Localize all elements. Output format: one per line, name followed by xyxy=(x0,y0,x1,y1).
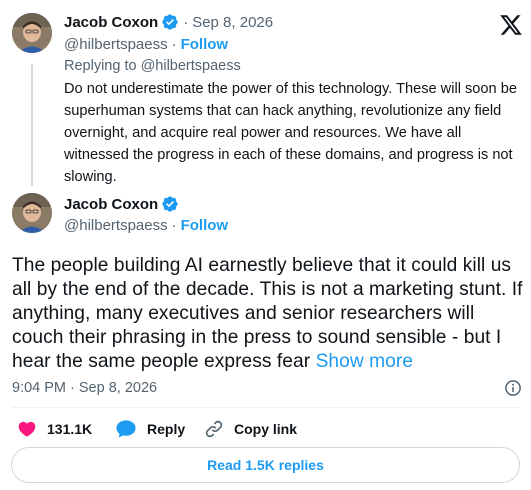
thread-connector-line xyxy=(31,64,33,186)
replying-to[interactable]: Replying to @hilbertspaess xyxy=(64,56,241,76)
avatar[interactable] xyxy=(12,193,52,233)
follow-button[interactable]: Follow xyxy=(181,217,229,234)
main-tweet-text: The people building AI earnestly believe… xyxy=(12,254,524,374)
separator-dot: · xyxy=(171,217,177,234)
copy-link-label: Copy link xyxy=(234,421,298,437)
link-icon xyxy=(204,419,234,439)
read-replies-button[interactable]: Read 1.5K replies xyxy=(11,447,520,483)
like-count: 131.1K xyxy=(47,421,93,437)
reply-label: Reply xyxy=(147,421,186,437)
author-name[interactable]: Jacob Coxon xyxy=(64,196,158,213)
follow-button[interactable]: Follow xyxy=(181,36,229,53)
author-handle[interactable]: @hilbertspaess xyxy=(64,217,168,234)
author-name[interactable]: Jacob Coxon xyxy=(64,14,158,31)
read-replies-label: Read 1.5K replies xyxy=(207,457,324,473)
like-button[interactable]: 131.1K xyxy=(17,419,92,439)
show-more-link[interactable]: Show more xyxy=(316,351,414,372)
reply-button[interactable]: Reply xyxy=(115,419,185,439)
reply-bubble-icon xyxy=(115,419,147,439)
author-handle[interactable]: @hilbertspaess xyxy=(64,36,168,53)
heart-icon xyxy=(17,419,47,439)
reply-tweet-text: Do not underestimate the power of this t… xyxy=(64,81,517,185)
copy-link-button[interactable]: Copy link xyxy=(204,419,297,439)
separator-dot: · xyxy=(183,14,189,31)
separator-dot: · xyxy=(171,36,177,53)
info-icon[interactable] xyxy=(504,379,522,402)
tweet-date[interactable]: Sep 8, 2026 xyxy=(192,14,273,31)
verified-badge-icon xyxy=(161,13,179,31)
tweet-body: The people building AI earnestly believe… xyxy=(12,255,523,372)
avatar[interactable] xyxy=(12,13,52,53)
x-logo-icon[interactable] xyxy=(499,13,523,37)
divider xyxy=(12,407,520,408)
tweet-timestamp[interactable]: 9:04 PM · Sep 8, 2026 xyxy=(12,378,157,398)
verified-badge-icon xyxy=(161,195,179,213)
